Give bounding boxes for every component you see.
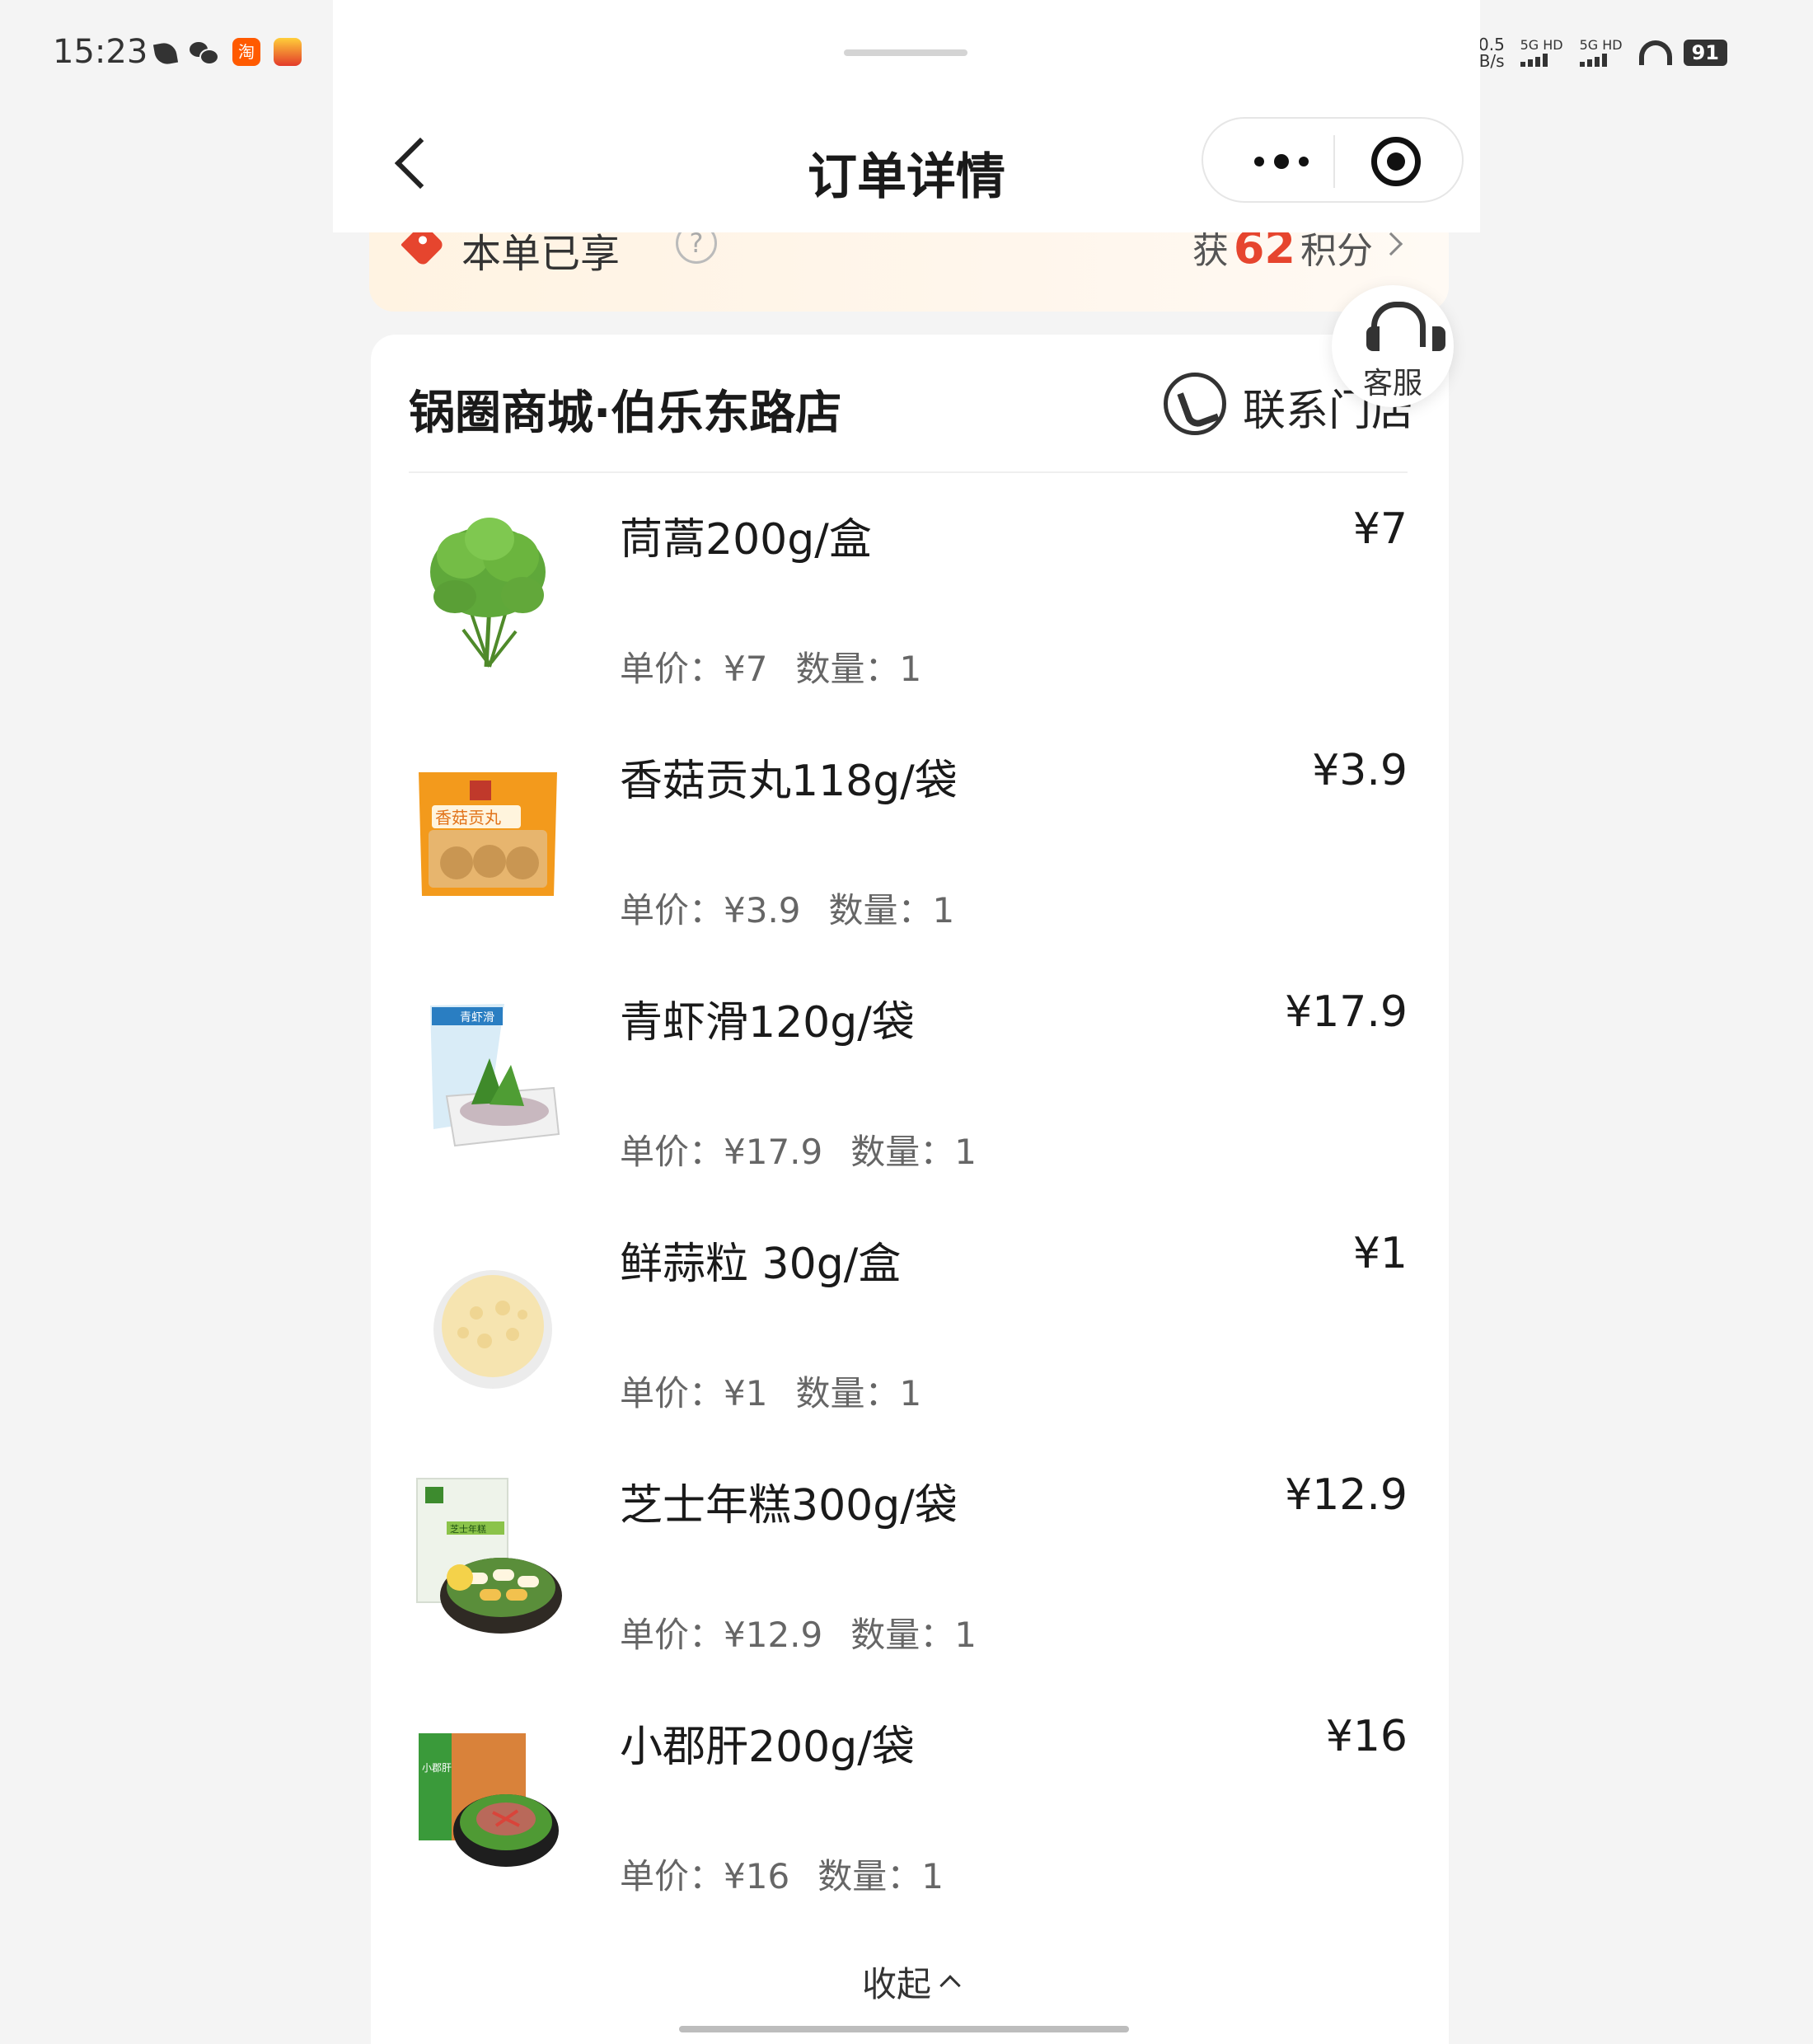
quantity-label: 数量：: [850, 1132, 954, 1172]
order-item[interactable]: 芝士年糕 芝士年糕300g/袋 ¥12.9 单价：¥12.9 数量：1: [371, 1439, 1449, 1681]
unit-price-label: 单价：: [620, 890, 724, 931]
phone-icon[interactable]: [1164, 373, 1226, 435]
quantity-label: 数量：: [817, 1856, 921, 1896]
leaf-app-icon: [153, 41, 178, 66]
chevron-up-icon: [939, 1975, 960, 1995]
sim2-signal-icon: 5G HD: [1580, 39, 1628, 67]
store-name: 锅圈商城·伯乐东路店: [409, 376, 841, 443]
unit-price-label: 单价：: [620, 1615, 724, 1655]
order-item[interactable]: 香菇贡丸 香菇贡丸118g/袋 ¥3.9 单价：¥3.9 数量：1: [371, 715, 1449, 956]
item-meta: 单价：¥16 数量：1: [620, 1849, 944, 1899]
drag-handle[interactable]: [844, 49, 967, 56]
home-indicator[interactable]: [679, 2026, 1129, 2032]
customer-service-button[interactable]: 客服: [1332, 285, 1454, 407]
product-image-garlic: [414, 1231, 562, 1395]
item-name: 小郡肝200g/袋: [620, 1712, 915, 1774]
unit-price: ¥7: [724, 649, 767, 689]
sim1-label: 5G HD: [1520, 37, 1563, 53]
quantity-label: 数量：: [795, 649, 899, 689]
sim1-signal-icon: 5G HD: [1520, 39, 1568, 67]
quantity: 1: [954, 1615, 977, 1655]
unit-price-label: 单价：: [620, 1373, 724, 1413]
item-name: 鲜蒜粒 30g/盒: [620, 1229, 901, 1291]
sim2-label: 5G HD: [1580, 37, 1623, 53]
quantity-label: 数量：: [850, 1615, 954, 1655]
quantity-label: 数量：: [829, 890, 933, 931]
product-image-tonghao: [414, 506, 562, 671]
unit-price: ¥1: [724, 1373, 767, 1413]
gongwan-pack-text: 香菇贡丸: [435, 808, 501, 827]
game-app-icon: [274, 38, 302, 66]
junggan-pack-text: 小郡肝: [422, 1762, 452, 1774]
customer-service-label: 客服: [1332, 359, 1454, 402]
order-item-list: 茼蒿200g/盒 ¥7 单价：¥7 数量：1 香菇贡丸: [371, 473, 1449, 1922]
collapse-label: 收起: [862, 1964, 931, 2004]
item-meta: 单价：¥17.9 数量：1: [620, 1124, 977, 1174]
item-name: 香菇贡丸118g/袋: [620, 746, 958, 808]
item-meta: 单价：¥3.9 数量：1: [620, 883, 954, 933]
unit-price: ¥12.9: [724, 1615, 822, 1655]
order-item[interactable]: 青虾滑 青虾滑120g/袋 ¥17.9 单价：¥17.9 数量：1: [371, 956, 1449, 1198]
product-image-junggan: 小郡肝: [414, 1713, 562, 1878]
headset-icon: [1366, 302, 1419, 356]
item-price: ¥16: [1326, 1712, 1408, 1761]
order-item[interactable]: 鲜蒜粒 30g/盒 ¥1 单价：¥1 数量：1: [371, 1198, 1449, 1439]
collapse-button[interactable]: 收起: [371, 1957, 1449, 2007]
item-meta: 单价：¥7 数量：1: [620, 641, 921, 691]
product-image-niangao: 芝士年糕: [414, 1472, 562, 1637]
item-name: 青虾滑120g/袋: [620, 987, 915, 1049]
wifi-icon: [1639, 40, 1672, 65]
item-name: 茼蒿200g/盒: [620, 504, 872, 566]
unit-price: ¥3.9: [724, 890, 801, 931]
item-price: ¥12.9: [1285, 1470, 1408, 1520]
niangao-pack-text: 芝士年糕: [450, 1523, 486, 1535]
quantity: 1: [899, 1373, 921, 1413]
item-meta: 单价：¥12.9 数量：1: [620, 1607, 977, 1657]
item-name: 芝士年糕300g/袋: [620, 1470, 958, 1532]
taobao-icon: 淘: [232, 38, 260, 66]
status-notification-icons: 淘: [155, 38, 302, 66]
quantity: 1: [954, 1132, 977, 1172]
battery-icon: 91: [1684, 40, 1727, 66]
quantity-label: 数量：: [795, 1373, 899, 1413]
item-price: ¥3.9: [1312, 746, 1408, 795]
quantity: 1: [899, 649, 921, 689]
item-meta: 单价：¥1 数量：1: [620, 1366, 921, 1416]
close-miniprogram-icon[interactable]: [1371, 137, 1421, 186]
item-price: ¥7: [1353, 504, 1408, 554]
store-order-card: 锅圈商城·伯乐东路店 联系门店 茼蒿200g/盒 ¥7: [371, 335, 1449, 2044]
unit-price: ¥16: [724, 1856, 789, 1896]
unit-price-label: 单价：: [620, 649, 724, 689]
xiahua-pack-text: 青虾滑: [460, 1010, 494, 1024]
product-image-gongwan: 香菇贡丸: [414, 748, 562, 912]
wechat-icon: [190, 40, 219, 63]
quantity: 1: [921, 1856, 944, 1896]
unit-price-label: 单价：: [620, 1856, 724, 1896]
unit-price-label: 单价：: [620, 1132, 724, 1172]
item-price: ¥1: [1353, 1229, 1408, 1278]
status-time: 15:23: [53, 33, 148, 71]
unit-price: ¥17.9: [724, 1132, 822, 1172]
quantity: 1: [933, 890, 955, 931]
order-item[interactable]: 小郡肝 小郡肝200g/袋 ¥16 单价：¥16 数量：1: [371, 1681, 1449, 1922]
mini-program-panel: 订单详情 本单已享 ? 获 62 积分 客服 锅圈商城·伯乐东路店 联系门店: [333, 0, 1480, 2044]
navigation-bar: 订单详情: [333, 0, 1480, 232]
more-options-icon[interactable]: [1236, 142, 1327, 181]
chevron-right-icon: [1380, 232, 1403, 256]
capsule-menu: [1202, 117, 1464, 203]
order-item[interactable]: 茼蒿200g/盒 ¥7 单价：¥7 数量：1: [371, 473, 1449, 715]
item-price: ¥17.9: [1285, 987, 1408, 1037]
capsule-divider: [1333, 135, 1335, 188]
product-image-xiahua: 青虾滑: [414, 989, 562, 1154]
